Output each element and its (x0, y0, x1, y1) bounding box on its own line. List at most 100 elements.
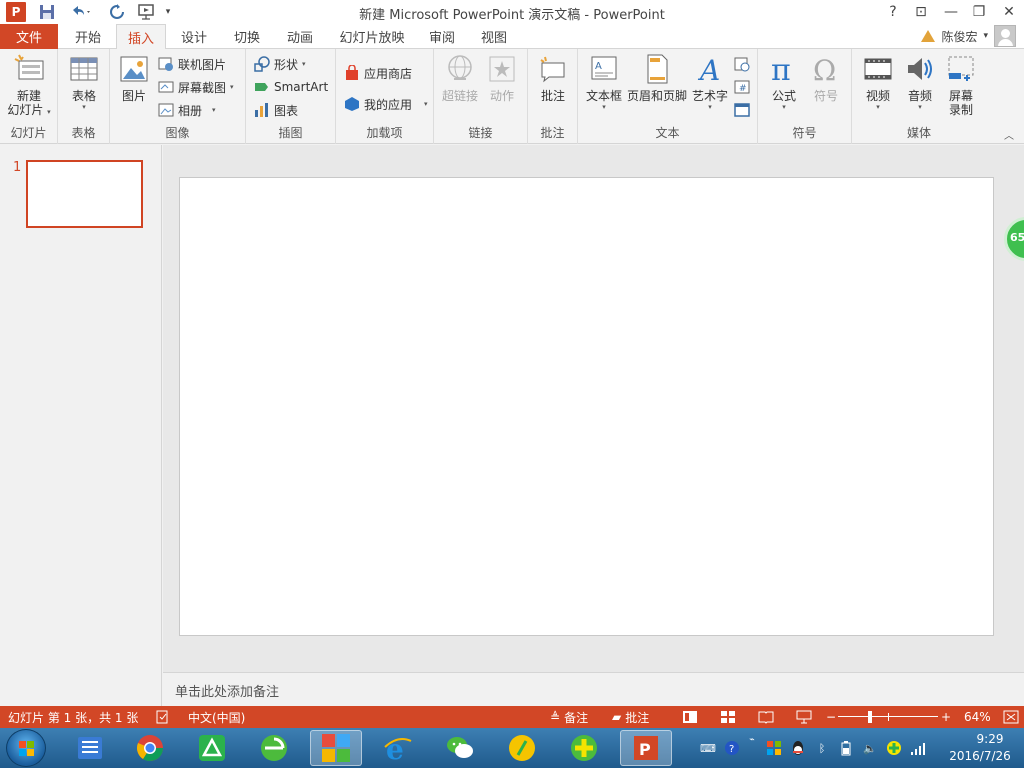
keyboard-icon[interactable]: ⌨ (700, 740, 716, 756)
shapes-button[interactable]: 形状 ▾ (254, 54, 306, 74)
action-button[interactable]: 动作 (484, 53, 520, 103)
new-slide-button[interactable]: 新建 幻灯片 ▾ (4, 53, 54, 117)
ribbon: 新建 幻灯片 ▾ 幻灯片 表格 ▾ 表格 图片 联机图片 屏幕截图 ▾ 相册 ▾… (0, 49, 1024, 144)
tab-slideshow[interactable]: 幻灯片放映 (330, 24, 414, 49)
chart-button[interactable]: 图表 (254, 100, 298, 120)
taskbar-file-manager-icon[interactable] (64, 730, 116, 766)
slideshow-icon[interactable] (796, 709, 812, 725)
date-time-button[interactable] (734, 54, 750, 74)
ribbon-display-options-icon[interactable]: ⊡ (908, 2, 934, 22)
ime-icon[interactable]: ⌁ (744, 732, 760, 748)
close-button[interactable]: ✕ (996, 2, 1022, 22)
tab-view[interactable]: 视图 (470, 24, 518, 49)
notes-pane[interactable]: 单击此处添加备注 (163, 672, 1024, 706)
taskbar-360-icon[interactable] (558, 730, 610, 766)
chart-icon (254, 102, 270, 118)
hyperlink-button[interactable]: 超链接 (440, 53, 480, 103)
notes-button[interactable]: ≜ 备注 (550, 709, 588, 725)
customize-toolbar-icon[interactable]: ▾ (162, 2, 174, 22)
clock-time[interactable]: 9:29 (960, 732, 1020, 746)
slide-sorter-icon[interactable] (720, 709, 736, 725)
tab-animations[interactable]: 动画 (276, 24, 324, 49)
header-footer-button[interactable]: 页眉和页脚 (626, 53, 688, 103)
clock-date[interactable]: 2016/7/26 (940, 749, 1020, 763)
tab-home[interactable]: 开始 (62, 24, 114, 49)
equation-button[interactable]: π 公式 ▾ (764, 53, 804, 111)
qq-icon[interactable] (790, 740, 806, 756)
tab-transitions[interactable]: 切换 (222, 24, 272, 49)
slide-thumbnail[interactable] (26, 160, 143, 228)
tab-file[interactable]: 文件 (0, 24, 58, 49)
start-button[interactable] (6, 729, 46, 767)
taskbar-powerpoint-icon[interactable]: P (620, 730, 672, 766)
screenshot-button[interactable]: 屏幕截图 ▾ (158, 77, 234, 97)
collapse-ribbon-icon[interactable]: ︿ (1004, 127, 1014, 142)
zoom-level[interactable]: 64% (964, 709, 991, 725)
volume-icon[interactable]: 🔈 (862, 740, 878, 756)
photo-album-button[interactable]: 相册 ▾ (158, 100, 216, 120)
new-slide-icon (13, 53, 45, 85)
my-apps-button[interactable]: 我的应用 ▾ (344, 94, 428, 114)
taskbar-puzzle-app-icon[interactable] (310, 730, 362, 766)
redo-icon[interactable] (106, 2, 128, 22)
comments-button[interactable]: ▰ 批注 (612, 709, 649, 725)
save-icon[interactable] (36, 2, 58, 22)
svg-text:e: e (386, 733, 404, 763)
powerpoint-logo-icon[interactable]: P (6, 2, 26, 22)
table-icon (68, 53, 100, 85)
tab-insert[interactable]: 插入 (116, 24, 166, 50)
taskbar-wechat-icon[interactable] (434, 730, 486, 766)
wordart-button[interactable]: A 艺术字 ▾ (690, 53, 730, 111)
user-account[interactable]: 陈俊宏 ▾ (921, 25, 1016, 47)
taskbar-app-green-icon[interactable] (186, 730, 238, 766)
table-button[interactable]: 表格 ▾ (64, 53, 104, 111)
group-label-tables: 表格 (71, 126, 96, 140)
start-from-beginning-icon[interactable] (134, 2, 160, 22)
slide-number-button[interactable]: # (734, 77, 750, 97)
zoom-in-button[interactable]: + (941, 709, 951, 725)
screen-recording-button[interactable]: 屏幕 录制 (942, 53, 980, 117)
battery-icon[interactable] (838, 740, 854, 756)
restore-button[interactable]: ❐ (966, 2, 992, 22)
online-pictures-button[interactable]: 联机图片 (158, 54, 226, 74)
online-pictures-icon (158, 56, 174, 72)
svg-text:P: P (639, 740, 651, 759)
status-bar: 幻灯片 第 1 张，共 1 张 中文(中国) ≜ 备注 ▰ 批注 − + 64% (0, 706, 1024, 728)
fit-to-window-icon[interactable] (1003, 709, 1019, 725)
undo-button[interactable] (66, 2, 96, 22)
bluetooth-icon[interactable]: ᛒ (814, 740, 830, 756)
ribbon-tabs: 文件 开始 插入 设计 切换 动画 幻灯片放映 审阅 视图 陈俊宏 ▾ (0, 24, 1024, 50)
taskbar-music-icon[interactable] (496, 730, 548, 766)
spellcheck-icon[interactable] (156, 709, 170, 725)
taskbar-browser-green-icon[interactable] (248, 730, 300, 766)
taskbar-chrome-icon[interactable] (124, 730, 176, 766)
windows-flag-tray-icon[interactable] (766, 740, 782, 756)
picture-button[interactable]: 图片 (116, 53, 152, 103)
help-button[interactable]: ? (880, 2, 906, 22)
slide-canvas[interactable] (179, 177, 994, 636)
language-indicator[interactable]: 中文(中国) (188, 709, 245, 725)
textbox-button[interactable]: A 文本框 ▾ (584, 53, 624, 111)
comment-button[interactable]: 批注 (534, 53, 572, 103)
minimize-button[interactable]: — (938, 2, 964, 22)
group-label-illustrations: 插图 (278, 126, 303, 140)
taskbar-ie-icon[interactable]: e (372, 730, 424, 766)
zoom-out-button[interactable]: − (826, 709, 836, 725)
security-app-tray-icon[interactable] (886, 740, 902, 756)
smartart-button[interactable]: SmartArt (254, 77, 328, 97)
audio-button[interactable]: 音频 ▾ (902, 53, 938, 111)
video-button[interactable]: 视频 ▾ (858, 53, 898, 111)
object-button[interactable] (734, 100, 750, 120)
tab-design[interactable]: 设计 (170, 24, 218, 49)
symbol-button[interactable]: Ω 符号 (808, 53, 844, 103)
network-icon[interactable] (910, 740, 926, 756)
zoom-slider[interactable] (838, 709, 938, 725)
zoom-slider-thumb[interactable] (868, 711, 872, 723)
chevron-down-icon: ▾ (212, 106, 216, 114)
normal-view-icon[interactable] (682, 709, 698, 725)
chevron-down-icon: ▾ (230, 83, 234, 91)
store-button[interactable]: 应用商店 (344, 63, 412, 83)
help-circle-icon[interactable]: ? (724, 740, 740, 756)
reading-view-icon[interactable] (758, 709, 774, 725)
tab-review[interactable]: 审阅 (418, 24, 466, 49)
